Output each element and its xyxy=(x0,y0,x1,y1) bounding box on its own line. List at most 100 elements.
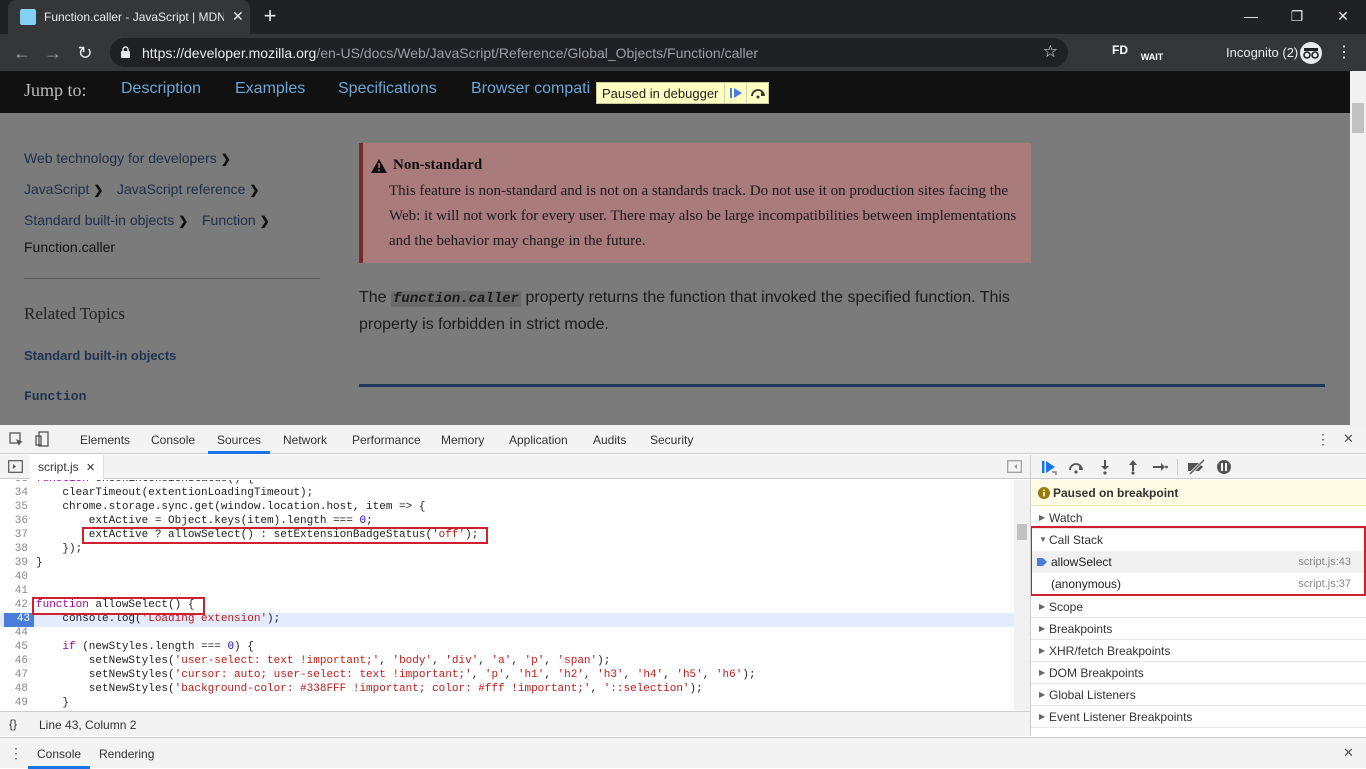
tab-memory[interactable]: Memory xyxy=(441,433,484,447)
section-label: DOM Breakpoints xyxy=(1049,666,1144,680)
file-tab-close-icon[interactable]: ✕ xyxy=(86,462,95,474)
file-tab-script-js[interactable]: script.js ✕ xyxy=(30,455,105,479)
restore-button[interactable]: ❐ xyxy=(1274,4,1320,28)
code-line[interactable]: } xyxy=(36,697,69,709)
minimize-button[interactable]: — xyxy=(1228,4,1274,28)
tab-console[interactable]: Console xyxy=(151,433,195,447)
resume-icon[interactable] xyxy=(1041,459,1057,475)
breadcrumb-javascript[interactable]: JavaScript ❯ xyxy=(24,181,103,197)
toggle-navigator-icon[interactable] xyxy=(8,460,23,473)
editor-scrollbar-thumb[interactable] xyxy=(1017,524,1027,540)
section-label: XHR/fetch Breakpoints xyxy=(1049,644,1171,658)
code-line[interactable]: extActive = Object.keys(item).length ===… xyxy=(36,515,373,527)
tab-network[interactable]: Network xyxy=(283,433,327,447)
tab-close-icon[interactable]: ✕ xyxy=(232,8,244,25)
deactivate-breakpoints-icon[interactable] xyxy=(1187,459,1207,475)
code-line[interactable]: function checkExtensionStatus() { xyxy=(36,480,254,485)
fd-extension-icon[interactable]: FD xyxy=(1110,43,1130,63)
pause-on-exceptions-icon[interactable] xyxy=(1216,459,1232,475)
pretty-print-icon[interactable]: {} xyxy=(9,717,17,731)
section-breakpoints[interactable]: ▶ Breakpoints xyxy=(1031,618,1366,640)
tab-security[interactable]: Security xyxy=(650,433,693,447)
line-number[interactable]: 38 xyxy=(0,543,32,555)
page-scrollbar-thumb[interactable] xyxy=(1352,103,1364,133)
code-line[interactable]: chrome.storage.sync.get(window.location.… xyxy=(36,501,425,513)
line-number[interactable]: 39 xyxy=(0,557,32,569)
line-number[interactable]: 35 xyxy=(0,501,32,513)
jump-link-browser-compat[interactable]: Browser compati xyxy=(471,80,590,98)
section-dom-breakpoints[interactable]: ▶ DOM Breakpoints xyxy=(1031,662,1366,684)
breadcrumb-standard-builtins[interactable]: Standard built-in objects ❯ xyxy=(24,212,188,228)
editor-scrollbar[interactable] xyxy=(1014,480,1030,710)
code-line[interactable]: setNewStyles('cursor: auto; user-select:… xyxy=(36,669,756,681)
drawer-menu-icon[interactable]: ⋮ xyxy=(9,745,23,762)
line-number[interactable]: 45 xyxy=(0,641,32,653)
line-number[interactable]: 47 xyxy=(0,669,32,681)
browser-menu-icon[interactable]: ⋮ xyxy=(1336,42,1352,62)
line-number[interactable]: 36 xyxy=(0,515,32,527)
line-number[interactable]: 46 xyxy=(0,655,32,667)
code-line[interactable]: }); xyxy=(36,543,82,555)
page-scrollbar[interactable] xyxy=(1350,71,1366,425)
bookmark-star-icon[interactable]: ☆ xyxy=(1043,42,1058,62)
devtools-close-icon[interactable]: ✕ xyxy=(1343,431,1354,447)
browser-tab[interactable]: Function.caller - JavaScript | MDN ✕ xyxy=(8,0,250,34)
code-line[interactable]: } xyxy=(36,557,43,569)
jump-link-specifications[interactable]: Specifications xyxy=(338,80,437,98)
line-number[interactable]: 33 xyxy=(0,480,32,485)
tab-performance[interactable]: Performance xyxy=(352,433,421,447)
step-icon[interactable] xyxy=(1152,459,1168,475)
line-number[interactable]: 41 xyxy=(0,585,32,597)
step-into-icon[interactable] xyxy=(1097,459,1113,475)
window-close-button[interactable]: ✕ xyxy=(1320,4,1366,28)
tab-elements[interactable]: Elements xyxy=(80,433,130,447)
breadcrumb-function[interactable]: Function ❯ xyxy=(202,212,270,228)
section-scope[interactable]: ▶ Scope xyxy=(1031,596,1366,618)
line-number[interactable]: 40 xyxy=(0,571,32,583)
section-xhr-breakpoints[interactable]: ▶ XHR/fetch Breakpoints xyxy=(1031,640,1366,662)
devtools-drawer: ⋮ Console Rendering ✕ xyxy=(0,737,1366,769)
reload-icon[interactable]: ↻ xyxy=(72,40,98,66)
line-number[interactable]: 37 xyxy=(0,529,32,541)
line-number[interactable]: 48 xyxy=(0,683,32,695)
code-line[interactable]: setNewStyles('background-color: #338FFF … xyxy=(36,683,703,695)
devtools-menu-icon[interactable]: ⋮ xyxy=(1316,431,1330,448)
toggle-debugger-icon[interactable] xyxy=(1007,460,1022,473)
section-global-listeners[interactable]: ▶ Global Listeners xyxy=(1031,684,1366,706)
breakpoint-marker[interactable]: 43 xyxy=(4,613,34,627)
new-tab-button[interactable]: + xyxy=(258,4,282,28)
section-event-listener-breakpoints[interactable]: ▶ Event Listener Breakpoints xyxy=(1031,706,1366,728)
step-out-icon[interactable] xyxy=(1125,459,1141,475)
code-line[interactable]: clearTimeout(extentionLoadingTimeout); xyxy=(36,487,313,499)
tab-audits[interactable]: Audits xyxy=(593,433,626,447)
line-number[interactable]: 44 xyxy=(0,627,32,639)
back-arrow-icon[interactable]: ← xyxy=(9,40,35,66)
forward-arrow-icon[interactable]: → xyxy=(40,40,66,66)
jump-link-examples[interactable]: Examples xyxy=(235,80,305,98)
address-bar[interactable]: https://developer.mozilla.org/en-US/docs… xyxy=(110,38,1068,67)
code-line[interactable]: if (newStyles.length === 0) { xyxy=(36,641,253,653)
tab-application[interactable]: Application xyxy=(509,433,568,447)
breadcrumb-js-reference[interactable]: JavaScript reference ❯ xyxy=(117,181,259,197)
resume-overlay-button[interactable] xyxy=(724,83,746,103)
incognito-icon[interactable] xyxy=(1300,42,1322,64)
jump-link-description[interactable]: Description xyxy=(121,80,201,98)
line-number[interactable]: 42 xyxy=(0,599,32,611)
drawer-tab-rendering[interactable]: Rendering xyxy=(99,747,154,761)
wait-extension-icon[interactable]: WAIT xyxy=(1139,41,1165,62)
breadcrumb-web-technology[interactable]: Web technology for developers ❯ xyxy=(24,150,231,166)
code-editor[interactable]: 33 function checkExtensionStatus() { 34 cl… xyxy=(0,480,1030,710)
sidebar-link-function[interactable]: Function xyxy=(24,389,86,404)
incognito-label[interactable]: Incognito (2) xyxy=(1226,45,1298,60)
line-number[interactable]: 49 xyxy=(0,697,32,709)
drawer-close-icon[interactable]: ✕ xyxy=(1343,745,1354,761)
drawer-tab-console[interactable]: Console xyxy=(37,747,81,761)
sidebar-link-standard-objects[interactable]: Standard built-in objects xyxy=(24,348,176,363)
tab-sources[interactable]: Sources xyxy=(217,433,261,447)
code-line[interactable]: setNewStyles('user-select: text !importa… xyxy=(36,655,611,667)
step-over-icon[interactable] xyxy=(1068,459,1084,475)
step-over-overlay-button[interactable] xyxy=(746,83,768,103)
inspect-element-icon[interactable] xyxy=(9,432,24,447)
device-toolbar-icon[interactable] xyxy=(35,431,50,447)
line-number[interactable]: 34 xyxy=(0,487,32,499)
